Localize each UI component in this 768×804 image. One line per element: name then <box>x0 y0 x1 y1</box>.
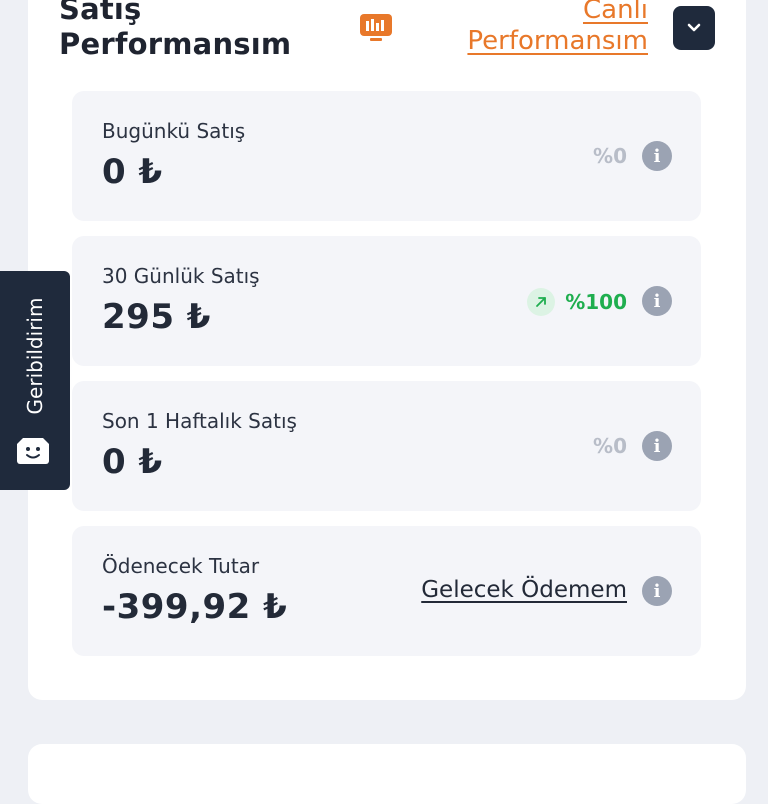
page-title: Satış Performansım <box>59 0 292 61</box>
today-sales-card: Bugünkü Satış 0 ₺ %0 i <box>72 91 701 221</box>
live-performance-link[interactable]: Canlı Performansım <box>428 0 648 57</box>
weekly-sales-card: Son 1 Haftalık Satış 0 ₺ %0 i <box>72 381 701 511</box>
card-label: Ödenecek Tutar <box>102 554 260 578</box>
live-monitor-icon[interactable] <box>359 13 393 43</box>
card-label: Son 1 Haftalık Satış <box>102 409 297 433</box>
change-percent: %0 <box>593 434 627 458</box>
card-value: 0 ₺ <box>102 152 163 192</box>
card-value: -399,92 ₺ <box>102 587 288 627</box>
collapse-button[interactable] <box>673 6 715 50</box>
trend-up-icon <box>527 288 556 316</box>
info-icon[interactable]: i <box>642 431 672 461</box>
change-percent: %100 <box>565 290 627 314</box>
thirty-day-sales-card: 30 Günlük Satış 295 ₺ %100 i <box>72 236 701 366</box>
info-icon[interactable]: i <box>642 576 672 606</box>
card-value: 0 ₺ <box>102 442 163 482</box>
payable-amount-card: Ödenecek Tutar -399,92 ₺ Gelecek Ödemem … <box>72 526 701 656</box>
feedback-label: Geribildirim <box>23 297 47 415</box>
card-value: 295 ₺ <box>102 297 211 337</box>
card-label: Bugünkü Satış <box>102 119 246 143</box>
card-label: 30 Günlük Satış <box>102 264 260 288</box>
info-icon[interactable]: i <box>642 286 672 316</box>
next-panel <box>28 744 746 804</box>
future-payment-link[interactable]: Gelecek Ödemem <box>421 577 627 603</box>
change-indicator: %100 <box>527 288 627 316</box>
smiley-face-icon <box>16 437 50 465</box>
chevron-down-icon <box>687 23 701 32</box>
info-icon[interactable]: i <box>642 141 672 171</box>
change-percent: %0 <box>593 144 627 168</box>
